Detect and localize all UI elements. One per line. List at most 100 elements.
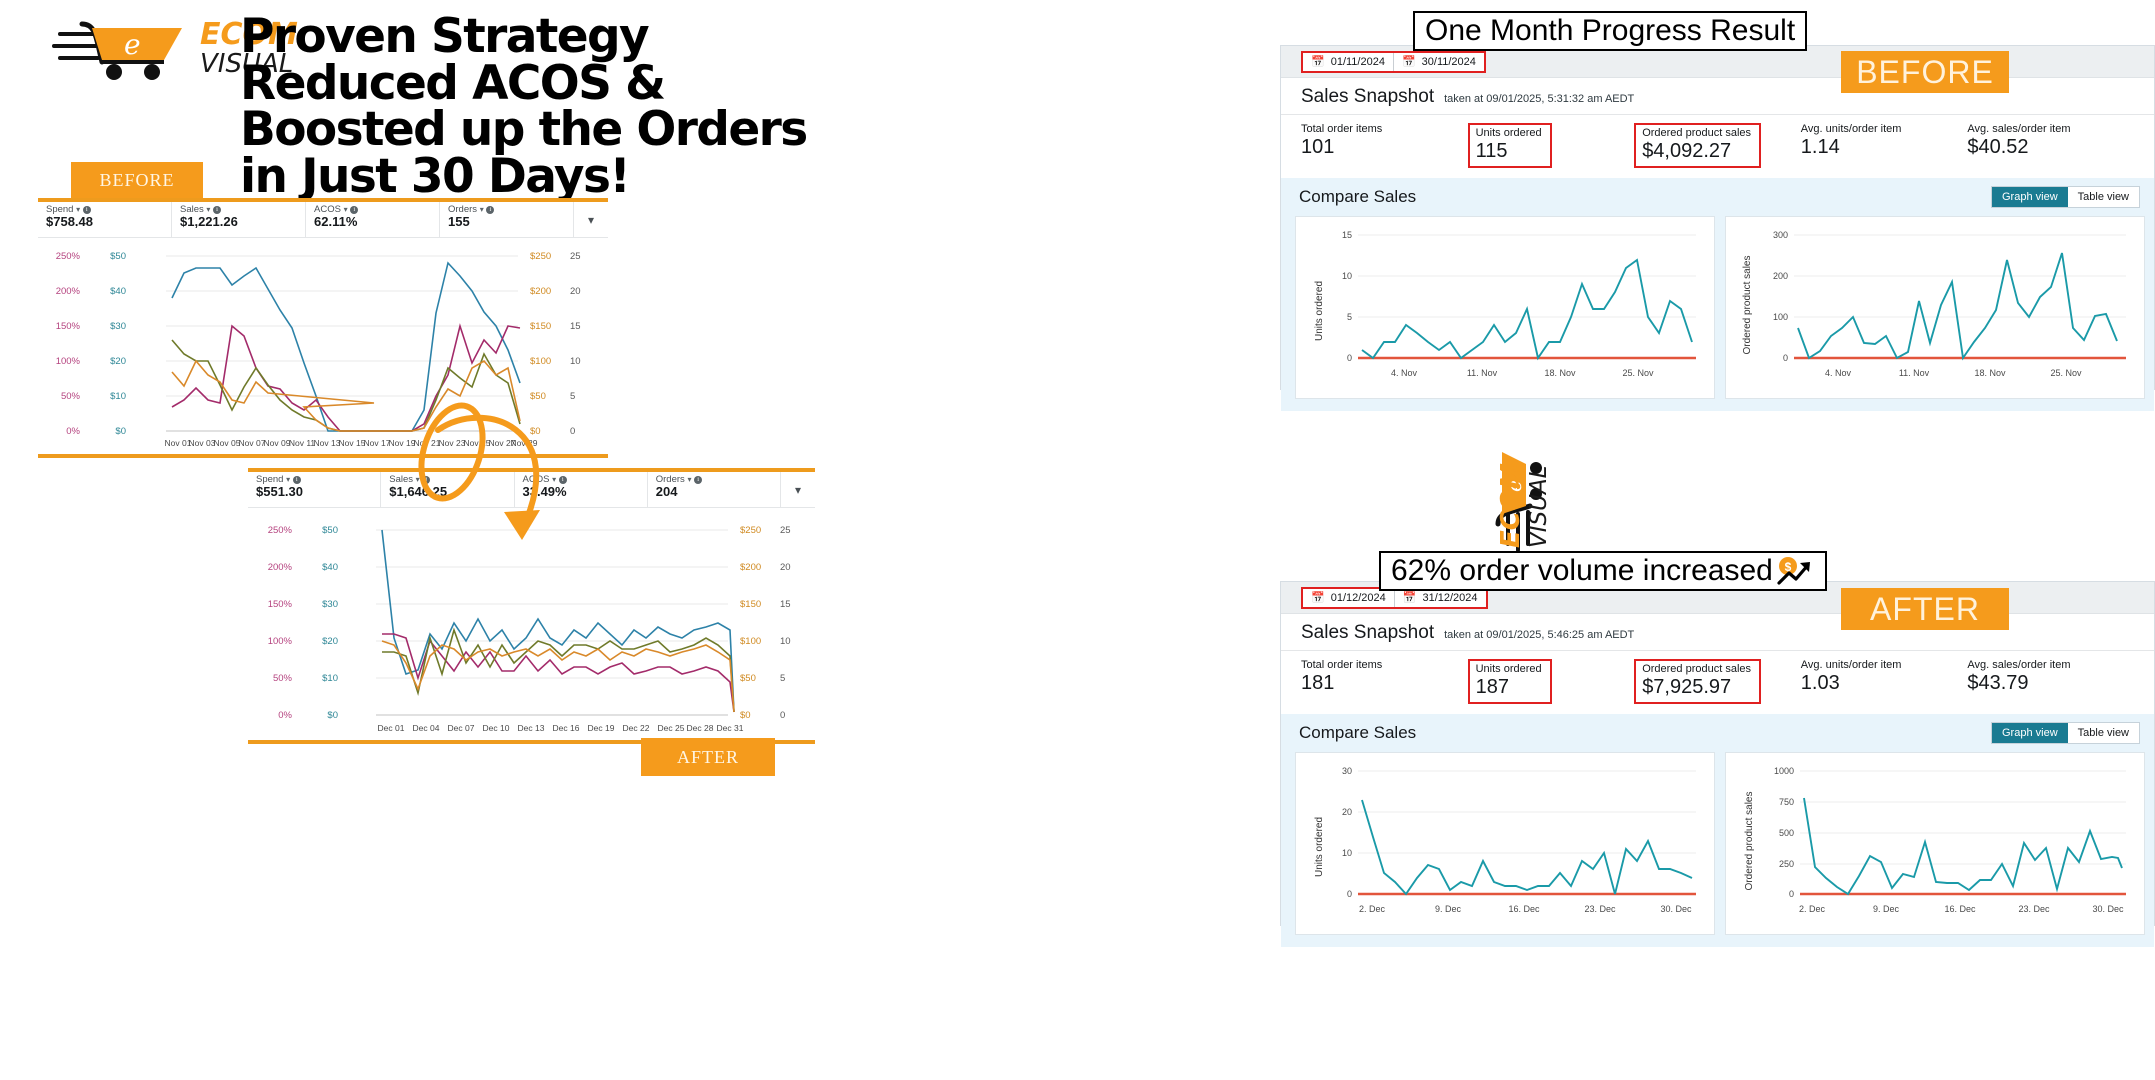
kpi-ordered-product-sales-after: Ordered product sales $7,925.97 [1634, 659, 1801, 704]
kpi-total-order-items-before: Total order items 101 [1301, 123, 1468, 168]
svg-text:$0: $0 [740, 710, 751, 721]
info-icon[interactable]: i [558, 476, 567, 484]
metric-orders[interactable]: Orders ▾ i 155 [440, 202, 574, 237]
panel-collapse-toggle[interactable]: ▾ [574, 202, 608, 237]
svg-text:Dec 25: Dec 25 [658, 723, 685, 733]
view-toggle-after[interactable]: Graph view Table view [1991, 722, 2140, 744]
svg-text:Nov 13: Nov 13 [314, 438, 341, 448]
badge-before: BEFORE [1841, 51, 2009, 93]
metric-sales[interactable]: Sales ▾ i $1,221.26 [172, 202, 306, 237]
svg-text:250: 250 [1779, 859, 1794, 869]
badge-after-text: AFTER [1870, 590, 1980, 627]
kpi-row-after: Total order items 181 Units ordered 187 … [1281, 651, 2154, 714]
chevron-down-icon[interactable]: ▾ [687, 475, 691, 484]
svg-text:$50: $50 [322, 525, 338, 536]
svg-text:Nov 07: Nov 07 [239, 438, 266, 448]
badge-before-text: BEFORE [1856, 53, 1994, 90]
metric-sales-after-label: Sales [389, 474, 414, 485]
metric-sales-label: Sales [180, 204, 204, 215]
info-icon[interactable]: i [422, 476, 431, 484]
svg-text:15: 15 [780, 599, 791, 610]
svg-text:Units ordered: Units ordered [1314, 817, 1325, 877]
date-to-value-before: 30/11/2024 [1421, 55, 1476, 68]
callout-one-month-progress: One Month Progress Result [1413, 11, 1808, 51]
metric-spend[interactable]: Spend ▾ i $758.48 [38, 202, 172, 237]
metric-acos-after[interactable]: ACOS ▾ i 33.49% [515, 472, 648, 507]
chevron-down-icon[interactable]: ▾ [416, 475, 420, 484]
charts-row-after: 30 20 10 0 Units ordered 2. Dec 9. Dec 16. D… [1295, 752, 2145, 935]
chevron-down-icon[interactable]: ▾ [344, 205, 348, 214]
metric-sales-after[interactable]: Sales ▾ i $1,646.25 [381, 472, 515, 507]
table-view-button-before[interactable]: Table view [2067, 187, 2139, 207]
callout-title1-text: One Month Progress Result [1425, 14, 1796, 47]
svg-text:Dec 07: Dec 07 [448, 723, 475, 733]
svg-text:$0: $0 [530, 426, 541, 437]
svg-text:20: 20 [570, 286, 581, 297]
info-icon[interactable]: i [486, 206, 495, 214]
svg-text:23. Dec: 23. Dec [1584, 904, 1616, 914]
kpi-value: $7,925.97 [1642, 676, 1732, 698]
date-to-value-after: 31/12/2024 [1422, 591, 1478, 604]
svg-text:0: 0 [1347, 889, 1352, 899]
view-toggle-before[interactable]: Graph view Table view [1991, 186, 2140, 208]
date-from-field-after[interactable]: 📅 01/12/2024 [1303, 588, 1395, 607]
svg-text:10: 10 [1342, 271, 1352, 281]
info-icon[interactable]: i [694, 476, 703, 484]
chevron-down-icon[interactable]: ▾ [552, 475, 556, 484]
svg-text:$30: $30 [322, 599, 338, 610]
chevron-down-icon[interactable]: ▾ [286, 475, 290, 484]
metric-orders-after[interactable]: Orders ▾ i 204 [648, 472, 781, 507]
calendar-icon: 📅 [1311, 56, 1325, 68]
svg-text:30. Dec: 30. Dec [1660, 904, 1692, 914]
ads-chart-after: 250% 200% 150% 100% 50% 0% $50 $40 $30 $20 $10 $… [248, 508, 815, 740]
svg-text:15: 15 [1342, 230, 1352, 240]
metric-spend-after[interactable]: Spend ▾ i $551.30 [248, 472, 382, 507]
svg-text:$250: $250 [740, 525, 761, 536]
svg-text:e: e [124, 28, 141, 61]
info-icon[interactable]: i [213, 206, 222, 214]
ads-metric-row-before: Spend ▾ i $758.48 Sales ▾ i $1,221.26 AC… [38, 202, 608, 238]
metric-orders-label: Orders [448, 204, 478, 215]
svg-text:300: 300 [1773, 230, 1788, 240]
chevron-down-icon[interactable]: ▾ [76, 205, 80, 214]
infographic-canvas: e ECOM VISUAL Proven Strategy Reduced AC… [0, 0, 2155, 1080]
svg-text:0: 0 [570, 426, 575, 437]
kpi-label: Avg. units/order item [1800, 123, 1902, 135]
kpi-label: Units ordered [1475, 127, 1542, 139]
date-to-field-before[interactable]: 📅 30/11/2024 [1394, 53, 1484, 71]
info-icon[interactable]: i [292, 476, 301, 484]
chevron-down-icon[interactable]: ▾ [480, 205, 484, 214]
svg-text:Ordered product sales: Ordered product sales [1742, 256, 1753, 355]
table-view-button-after[interactable]: Table view [2067, 723, 2139, 743]
date-range-picker-before[interactable]: 📅 01/11/2024 📅 30/11/2024 [1301, 50, 1486, 73]
svg-text:20: 20 [780, 562, 791, 573]
kpi-value: 1.03 [1800, 672, 1840, 694]
calendar-icon: 📅 [1402, 592, 1417, 604]
chevron-down-icon[interactable]: ▾ [206, 205, 210, 214]
graph-view-button-before[interactable]: Graph view [1992, 187, 2068, 207]
info-icon[interactable]: i [350, 206, 359, 214]
money-growth-icon: $ [1777, 557, 1810, 585]
svg-text:Ordered product sales: Ordered product sales [1744, 792, 1755, 891]
kpi-label: Avg. sales/order item [1967, 123, 2071, 135]
svg-text:30. Dec: 30. Dec [2092, 904, 2124, 914]
svg-text:Nov 17: Nov 17 [364, 438, 391, 448]
metric-acos[interactable]: ACOS ▾ i 62.11% [306, 202, 440, 237]
svg-text:$150: $150 [530, 321, 551, 332]
svg-text:16. Dec: 16. Dec [1944, 904, 1976, 914]
svg-text:9. Dec: 9. Dec [1435, 904, 1462, 914]
date-to-field-after[interactable]: 📅 31/12/2024 [1395, 589, 1486, 607]
kpi-row-before: Total order items 101 Units ordered 115 … [1281, 115, 2154, 178]
info-icon[interactable]: i [82, 206, 91, 214]
graph-view-button-after[interactable]: Graph view [1992, 723, 2068, 743]
svg-text:$100: $100 [530, 356, 551, 367]
metric-orders-after-value: 204 [655, 484, 678, 500]
date-from-field-before[interactable]: 📅 01/11/2024 [1303, 52, 1394, 71]
panel-collapse-toggle-after[interactable]: ▾ [781, 472, 815, 507]
ads-panel-after: Spend ▾ i $551.30 Sales ▾ i $1,646.25 AC… [248, 468, 815, 744]
kpi-units-ordered-before: Units ordered 115 [1467, 123, 1635, 168]
kpi-value: 115 [1475, 140, 1508, 162]
svg-text:Nov 29: Nov 29 [511, 438, 538, 448]
svg-text:$100: $100 [740, 636, 761, 647]
svg-text:0: 0 [1347, 353, 1352, 363]
